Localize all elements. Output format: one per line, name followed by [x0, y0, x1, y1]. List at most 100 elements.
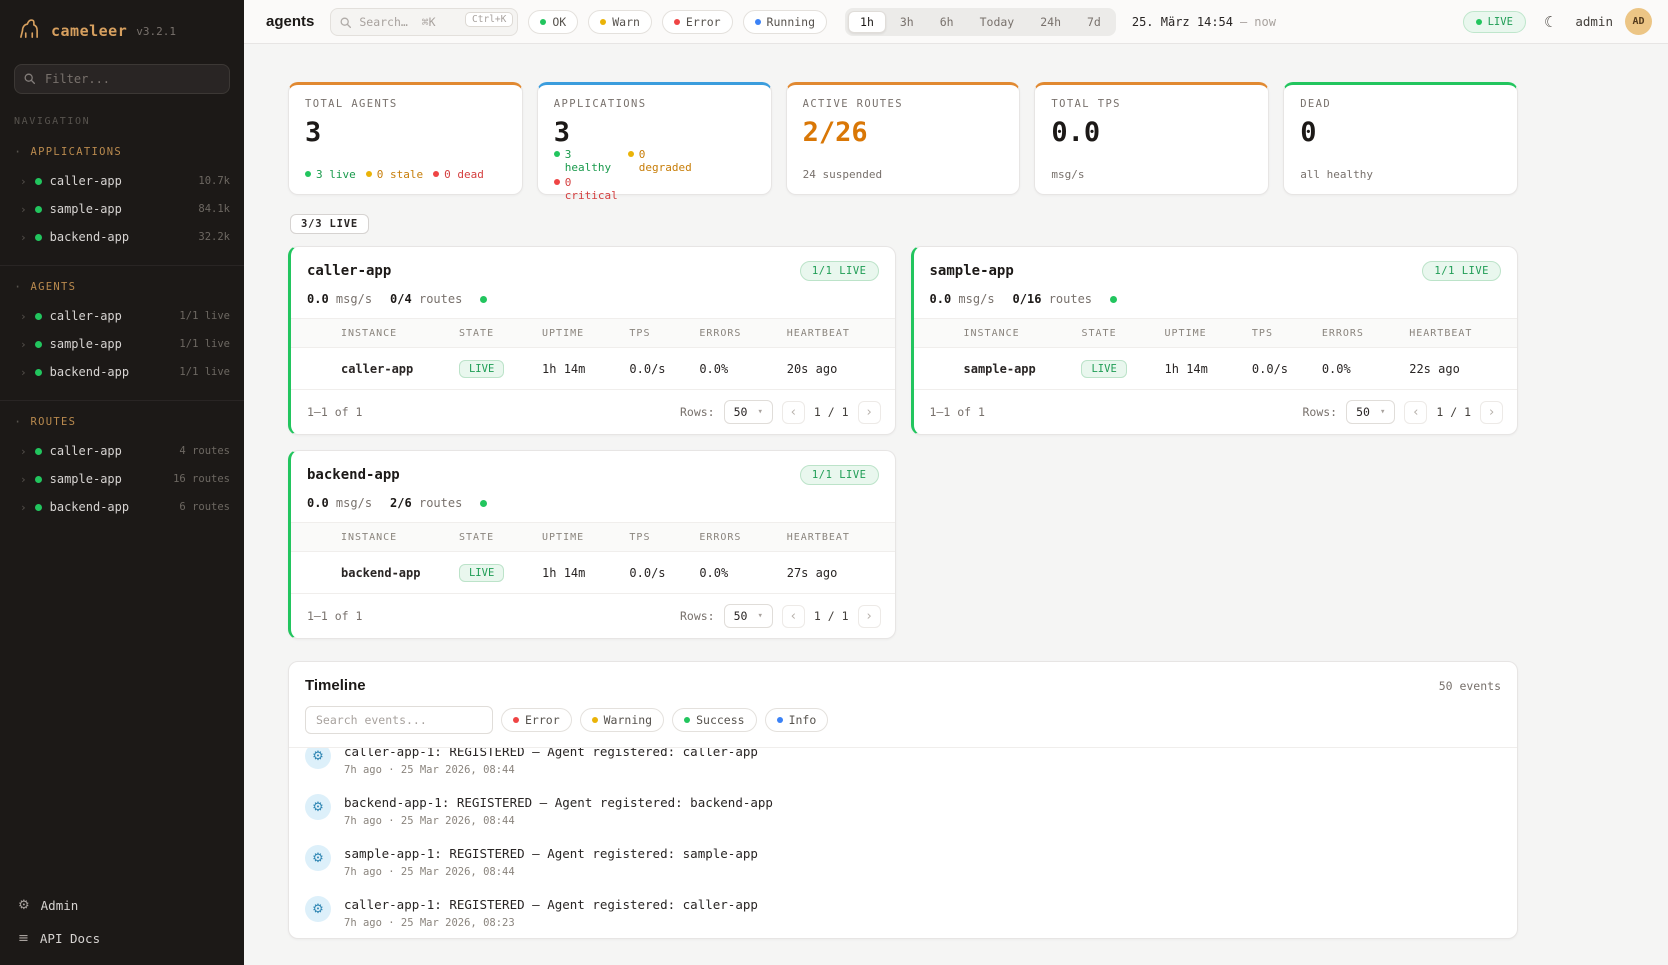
app-tps: 0.0 msg/s [307, 292, 372, 306]
sidebar-item-meta: 84.1k [198, 203, 230, 215]
sidebar-item-meta: 1/1 live [179, 338, 230, 350]
table-row[interactable]: caller-app LIVE 1h 14m 0.0/s 0.0% 20s ag… [291, 348, 895, 390]
amber-dot-icon [366, 171, 372, 177]
table-row[interactable]: backend-app LIVE 1h 14m 0.0/s 0.0% 27s a… [291, 552, 895, 594]
section-header-agents[interactable]: · AGENTS [0, 276, 244, 302]
sidebar-item-applications-backend-app[interactable]: › backend-app 32.2k [0, 223, 244, 251]
row-range: 1–1 of 1 [307, 405, 362, 419]
sidebar-item-routes-sample-app[interactable]: › sample-app 16 routes [0, 465, 244, 493]
sidebar-item-label: caller-app [50, 444, 122, 458]
detail-stale: 0 stale [366, 168, 423, 181]
sidebar-item-routes-backend-app[interactable]: › backend-app 6 routes [0, 493, 244, 521]
chevron-right-icon: › [20, 445, 27, 458]
rows-per-page-select[interactable]: 50▾ [724, 400, 773, 424]
sidebar-item-applications-caller-app[interactable]: › caller-app 10.7k [0, 167, 244, 195]
state-badge: LIVE [459, 564, 504, 582]
timeline-search-input[interactable] [305, 706, 493, 734]
col-tps: TPS [629, 532, 699, 543]
prev-page-button[interactable]: ‹ [782, 401, 805, 424]
routes-value: 2/6 [390, 496, 412, 510]
timeline-filter-info[interactable]: Info [765, 708, 829, 732]
col-instance: INSTANCE [341, 328, 459, 339]
timeline-filter-warning[interactable]: Warning [580, 708, 664, 732]
next-page-button[interactable]: › [858, 401, 881, 424]
detail-text: 0 critical [565, 176, 618, 202]
red-dot-icon [554, 179, 560, 185]
col-uptime: UPTIME [1165, 328, 1252, 339]
sidebar-item-label: backend-app [50, 365, 129, 379]
col-tps: TPS [629, 328, 699, 339]
filter-chip-ok[interactable]: OK [528, 10, 578, 34]
app-live-badge: 1/1 LIVE [800, 261, 879, 281]
rows-per-page-select[interactable]: 50▾ [724, 604, 773, 628]
range-button-6h[interactable]: 6h [928, 11, 966, 33]
detail-live: 3 live [305, 168, 356, 181]
timeline-filter-success[interactable]: Success [672, 708, 756, 732]
content-scroll-area[interactable]: TOTAL AGENTS 3 3 live 0 stale 0 dead APP… [244, 44, 1668, 965]
row-range: 1–1 of 1 [930, 405, 985, 419]
range-button-3h[interactable]: 3h [888, 11, 926, 33]
sidebar-item-routes-caller-app[interactable]: › caller-app 4 routes [0, 437, 244, 465]
tps-unit: msg/s [336, 292, 372, 306]
time-range-readout: 25. März 14:54 — now [1132, 15, 1276, 29]
app-routes: 0/16 routes [1013, 292, 1093, 306]
sidebar-item-applications-sample-app[interactable]: › sample-app 84.1k [0, 195, 244, 223]
agent-event-icon: ⚙ [305, 794, 331, 820]
rows-label: Rows: [1302, 405, 1337, 419]
sidebar-section-routes: · ROUTES › caller-app 4 routes › sample-… [0, 400, 244, 531]
sidebar-item-api-docs[interactable]: ≡ API Docs [0, 922, 244, 955]
agent-event-icon: ⚙ [305, 747, 331, 769]
next-page-button[interactable]: › [1480, 401, 1503, 424]
next-page-button[interactable]: › [858, 605, 881, 628]
timeline-event-list[interactable]: ⚙ caller-app-1: REGISTERED — Agent regis… [289, 747, 1517, 938]
app-card-sample-app: sample-app 1/1 LIVE 0.0 msg/s 0/16 route… [911, 246, 1519, 435]
filter-chip-running[interactable]: Running [743, 10, 827, 34]
range-button-1h[interactable]: 1h [848, 11, 886, 33]
sidebar-item-agents-sample-app[interactable]: › sample-app 1/1 live [0, 330, 244, 358]
avatar[interactable]: AD [1625, 8, 1652, 35]
sidebar-item-meta: 32.2k [198, 231, 230, 243]
row-range: 1–1 of 1 [307, 609, 362, 623]
cell-uptime: 1h 14m [542, 362, 629, 376]
sidebar-item-agents-caller-app[interactable]: › caller-app 1/1 live [0, 302, 244, 330]
section-label: AGENTS [31, 281, 77, 293]
camel-logo-icon [16, 16, 42, 46]
brand-name: cameleer [51, 22, 127, 40]
sidebar-filter-input[interactable] [14, 64, 230, 94]
stat-card-active-routes: ACTIVE ROUTES 2/26 24 suspended [786, 82, 1021, 195]
sidebar-item-admin[interactable]: ⚙ Admin [0, 889, 244, 922]
state-badge: LIVE [459, 360, 504, 378]
time-range-segmented-control: 1h 3h 6h Today 24h 7d [845, 8, 1116, 36]
timeline-event[interactable]: ⚙ backend-app-1: REGISTERED — Agent regi… [289, 785, 1517, 836]
section-header-applications[interactable]: · APPLICATIONS [0, 141, 244, 167]
timeline-event[interactable]: ⚙ caller-app-1: REGISTERED — Agent regis… [289, 887, 1517, 938]
range-button-today[interactable]: Today [968, 11, 1027, 33]
app-name: caller-app [307, 263, 391, 279]
timeline-event[interactable]: ⚙ caller-app-1: REGISTERED — Agent regis… [289, 747, 1517, 785]
range-separator: — [1240, 15, 1247, 29]
stat-subtext: 24 suspended [803, 168, 1004, 181]
rows-value: 50 [1356, 405, 1370, 419]
timeline-event[interactable]: ⚙ sample-app-1: REGISTERED — Agent regis… [289, 836, 1517, 887]
range-button-7d[interactable]: 7d [1075, 11, 1113, 33]
event-title: caller-app-1: REGISTERED — Agent registe… [344, 896, 758, 912]
cell-errors: 0.0% [699, 566, 786, 580]
col-errors: ERRORS [699, 532, 786, 543]
tps-unit: msg/s [336, 496, 372, 510]
filter-chip-error[interactable]: Error [662, 10, 733, 34]
chip-label: Warning [604, 713, 652, 727]
filter-chip-warn[interactable]: Warn [588, 10, 652, 34]
dark-mode-toggle[interactable]: ☾ [1538, 9, 1563, 35]
timeline-filter-error[interactable]: Error [501, 708, 572, 732]
rows-per-page-select[interactable]: 50▾ [1346, 400, 1395, 424]
prev-page-button[interactable]: ‹ [1404, 401, 1427, 424]
section-header-routes[interactable]: · ROUTES [0, 411, 244, 437]
stat-label: TOTAL AGENTS [305, 98, 506, 110]
range-button-24h[interactable]: 24h [1028, 11, 1073, 33]
sidebar-item-agents-backend-app[interactable]: › backend-app 1/1 live [0, 358, 244, 386]
cell-instance: backend-app [341, 566, 459, 580]
detail-degraded: 0 degraded [628, 148, 692, 174]
table-row[interactable]: sample-app LIVE 1h 14m 0.0/s 0.0% 22s ag… [914, 348, 1518, 390]
range-start: 25. März 14:54 [1132, 15, 1233, 29]
prev-page-button[interactable]: ‹ [782, 605, 805, 628]
